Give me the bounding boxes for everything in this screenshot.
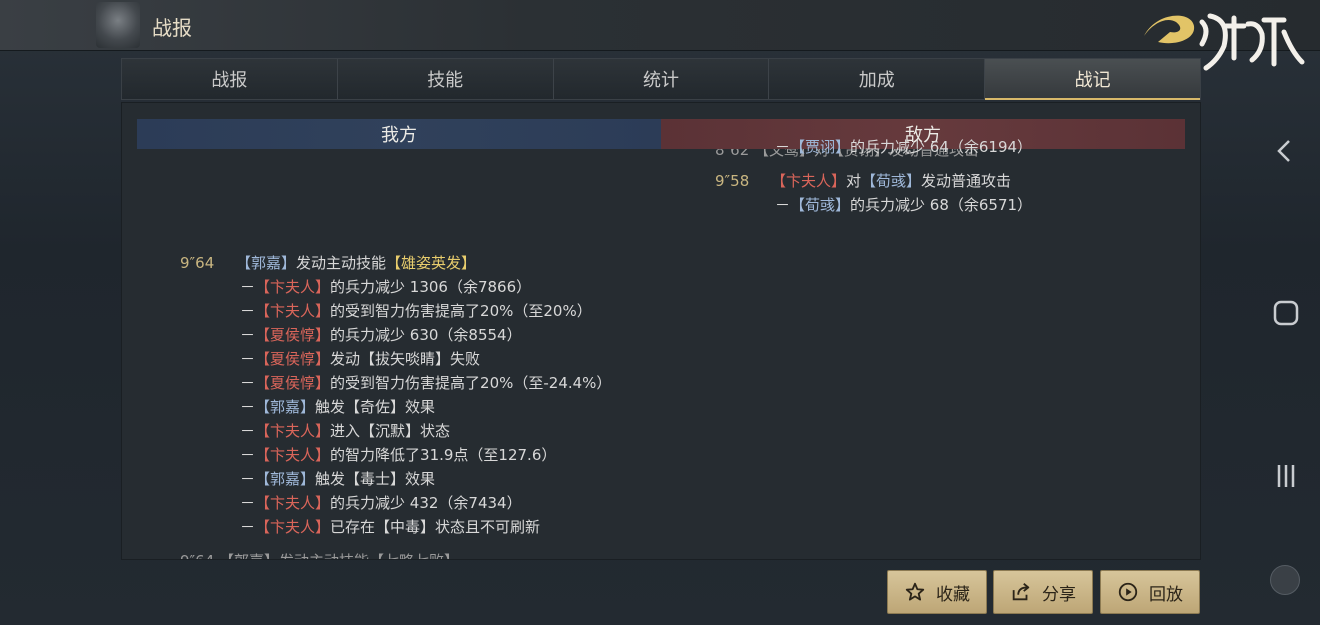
- tab-bar: 战报 技能 统计 加成 战记: [121, 58, 1201, 100]
- battle-log-panel[interactable]: 8″62 【文鸯】对【贾诩】发动普通攻击 我方 敌方 －【贾诩】的兵力减少 64…: [121, 102, 1201, 560]
- square-icon[interactable]: [1272, 299, 1300, 327]
- tab-bonus[interactable]: 加成: [769, 59, 986, 99]
- log-line: －【夏侯惇】发动【拔矢啖睛】失败: [240, 350, 481, 368]
- tab-battle-report[interactable]: 战报: [122, 59, 338, 99]
- top-bar: 战报: [0, 0, 1320, 51]
- log-line: －【卞夫人】已存在【中毒】状态且不可刷新: [240, 518, 541, 536]
- dragon-emblem-icon: [96, 2, 140, 48]
- share-label: 分享: [1042, 584, 1076, 605]
- share-button[interactable]: 分享: [993, 570, 1093, 614]
- favorite-label: 收藏: [936, 584, 970, 605]
- log-line: －【夏侯惇】的兵力减少 630（余8554）: [240, 326, 522, 344]
- our-log: 9″64 【郭嘉】发动主动技能【雄姿英发】 －【卞夫人】的兵力减少 1306（余7…: [180, 251, 611, 539]
- chevron-left-icon[interactable]: [1272, 138, 1298, 164]
- page-title: 战报: [152, 16, 192, 40]
- log-line: －【卞夫人】的兵力减少 432（余7434）: [240, 494, 522, 512]
- log-line: －【夏侯惇】的受到智力伤害提高了20%（至-24.4%）: [240, 374, 612, 392]
- log-line: －【郭嘉】触发【毒士】效果: [240, 470, 436, 488]
- replay-button[interactable]: 回放: [1100, 570, 1200, 614]
- tab-skills[interactable]: 技能: [338, 59, 554, 99]
- log-line: －【贾诩】的兵力减少 64（余6194）: [775, 138, 1033, 156]
- enemy-log: －【贾诩】的兵力减少 64（余6194） 9″58 【卞夫人】对【荀彧】发动普通攻…: [715, 135, 1032, 217]
- log-line: －【卞夫人】的兵力减少 1306（余7866）: [240, 278, 532, 296]
- our-side-header: 我方: [137, 119, 661, 149]
- log-line: －【郭嘉】触发【奇佐】效果: [240, 398, 436, 416]
- replay-label: 回放: [1149, 584, 1183, 605]
- log-entry: 9″64 【郭嘉】发动主动技能【雄姿英发】: [180, 254, 477, 272]
- triple-bar-icon[interactable]: [1272, 462, 1300, 490]
- star-icon: [905, 582, 925, 601]
- log-line: －【卞夫人】的智力降低了31.9点（至127.6）: [240, 446, 557, 464]
- log-line: －【卞夫人】进入【沉默】状态: [240, 422, 451, 440]
- log-line: －【荀彧】的兵力减少 68（余6571）: [775, 196, 1033, 214]
- share-icon: [1012, 583, 1030, 601]
- log-line: －【卞夫人】的受到智力伤害提高了20%（至20%）: [240, 302, 592, 320]
- play-icon: [1118, 582, 1138, 602]
- our-log-cut-line: 9″64 【郭嘉】发动主动技能【七略七败】: [180, 550, 459, 559]
- floating-assist-icon[interactable]: [1270, 565, 1300, 595]
- log-entry: 9″58 【卞夫人】对【荀彧】发动普通攻击: [715, 172, 1012, 190]
- tab-statistics[interactable]: 统计: [554, 59, 770, 99]
- favorite-button[interactable]: 收藏: [887, 570, 987, 614]
- tab-battle-log[interactable]: 战记: [985, 59, 1200, 100]
